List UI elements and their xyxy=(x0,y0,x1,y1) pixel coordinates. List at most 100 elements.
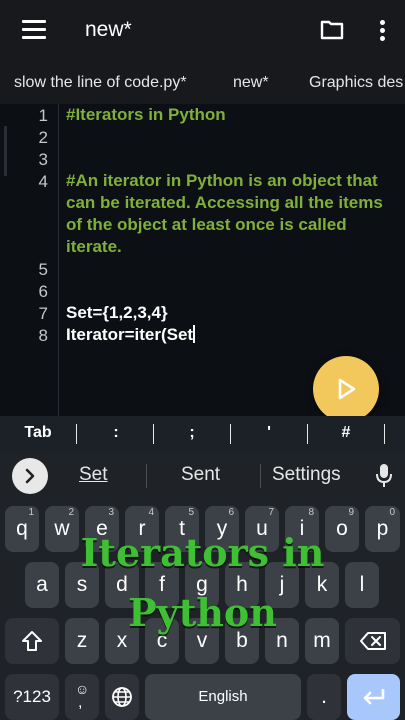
line-number: 5 xyxy=(38,260,48,279)
symbol-hash-key[interactable]: # xyxy=(326,424,366,442)
key-y-label: y xyxy=(216,517,228,540)
symbol-divider xyxy=(307,424,308,444)
key-hint: 5 xyxy=(188,507,194,518)
key-hint: 8 xyxy=(308,507,314,518)
symbol-bar: Tab : ; ' # xyxy=(0,416,405,452)
file-tabs: slow the line of code.py* new* Graphics … xyxy=(0,64,405,104)
more-vert-icon[interactable] xyxy=(378,20,386,42)
symbol-divider xyxy=(153,424,154,444)
key-o[interactable]: o9 xyxy=(325,506,359,552)
key-g[interactable]: g xyxy=(185,562,219,608)
tab-file-1[interactable]: slow the line of code.py* xyxy=(14,74,187,92)
key-p[interactable]: p0 xyxy=(365,506,400,552)
key-v[interactable]: v xyxy=(185,618,219,664)
emoji-key[interactable]: ☺ , xyxy=(65,674,99,720)
chevron-right-icon xyxy=(25,468,35,484)
scroll-handle[interactable] xyxy=(4,126,7,176)
line-number: 1 xyxy=(38,106,48,125)
key-x[interactable]: x xyxy=(105,618,139,664)
tab-file-3[interactable]: Graphics des xyxy=(309,74,403,92)
key-z[interactable]: z xyxy=(65,618,99,664)
shift-icon xyxy=(22,631,42,651)
key-n[interactable]: n xyxy=(265,618,299,664)
line-number: 2 xyxy=(38,128,48,147)
suggestion-divider xyxy=(260,464,261,488)
key-b[interactable]: b xyxy=(225,618,259,664)
text-cursor xyxy=(193,325,196,343)
key-c[interactable]: c xyxy=(145,618,179,664)
period-key[interactable]: . xyxy=(307,674,341,720)
symbol-colon-key[interactable]: : xyxy=(96,424,136,442)
key-u-label: u xyxy=(256,517,268,540)
language-key[interactable] xyxy=(105,674,139,720)
key-o-label: o xyxy=(336,517,348,540)
key-e-label: e xyxy=(96,517,108,540)
key-hint: 9 xyxy=(348,507,354,518)
backspace-key[interactable] xyxy=(345,618,400,664)
key-t[interactable]: t5 xyxy=(165,506,199,552)
code-line-1: #Iterators in Python xyxy=(66,105,226,124)
symbol-divider xyxy=(384,424,385,444)
key-l[interactable]: l xyxy=(345,562,379,608)
key-q[interactable]: q1 xyxy=(5,506,39,552)
suggestion-2[interactable]: Sent xyxy=(181,464,220,486)
key-e[interactable]: e3 xyxy=(85,506,119,552)
symbol-divider xyxy=(76,424,77,444)
gutter-divider xyxy=(58,104,59,416)
code-line-7: Set={1,2,3,4} xyxy=(66,303,168,322)
enter-icon xyxy=(363,689,384,705)
file-title: new* xyxy=(85,18,132,41)
symbol-semicolon-key[interactable]: ; xyxy=(172,424,212,442)
play-icon xyxy=(338,378,356,400)
code-line-8-text: Iterator=iter(Set xyxy=(66,325,194,344)
key-hint: 4 xyxy=(148,507,154,518)
key-u[interactable]: u7 xyxy=(245,506,279,552)
key-j[interactable]: j xyxy=(265,562,299,608)
key-r-label: r xyxy=(138,517,146,540)
symbol-tab-key[interactable]: Tab xyxy=(14,424,62,442)
suggestion-divider xyxy=(146,464,147,488)
key-w-label: w xyxy=(54,517,70,540)
line-number: 4 xyxy=(38,172,48,191)
key-f[interactable]: f xyxy=(145,562,179,608)
key-r[interactable]: r4 xyxy=(125,506,159,552)
key-h[interactable]: h xyxy=(225,562,259,608)
tab-file-2[interactable]: new* xyxy=(233,74,269,92)
suggestion-strip: Set Sent Settings xyxy=(0,452,405,498)
expand-toolbar-button[interactable] xyxy=(12,458,48,494)
line-number: 3 xyxy=(38,150,48,169)
symbol-divider xyxy=(230,424,231,444)
suggestion-1[interactable]: Set xyxy=(79,464,108,486)
key-i[interactable]: i8 xyxy=(285,506,319,552)
key-a[interactable]: a xyxy=(25,562,59,608)
key-y[interactable]: y6 xyxy=(205,506,239,552)
mic-icon[interactable] xyxy=(374,463,394,489)
line-number: 7 xyxy=(38,304,48,323)
key-q-label: q xyxy=(16,517,28,540)
code-line-8: Iterator=iter(Set xyxy=(66,324,401,346)
space-bar[interactable]: English xyxy=(145,674,301,720)
suggestion-3[interactable]: Settings xyxy=(272,464,341,486)
hamburger-icon[interactable] xyxy=(22,20,46,40)
backspace-icon xyxy=(359,632,386,650)
run-button[interactable] xyxy=(313,356,379,422)
enter-key[interactable] xyxy=(347,674,400,720)
folder-icon[interactable] xyxy=(320,20,344,40)
key-s[interactable]: s xyxy=(65,562,99,608)
key-hint: 6 xyxy=(228,507,234,518)
key-hint: 7 xyxy=(268,507,274,518)
symbols-key[interactable]: ?123 xyxy=(5,674,59,720)
shift-key[interactable] xyxy=(5,618,59,664)
key-hint: 1 xyxy=(28,507,34,518)
key-i-label: i xyxy=(299,517,305,540)
key-hint: 0 xyxy=(389,507,395,518)
key-w[interactable]: w2 xyxy=(45,506,79,552)
key-k[interactable]: k xyxy=(305,562,339,608)
key-d[interactable]: d xyxy=(105,562,139,608)
key-hint: 3 xyxy=(108,507,114,518)
soft-keyboard: Set Sent Settings q1 w2 e3 r4 t5 y6 u7 i… xyxy=(0,452,405,720)
key-t-label: t xyxy=(179,517,185,540)
key-m[interactable]: m xyxy=(305,618,339,664)
key-hint: 2 xyxy=(68,507,74,518)
symbol-quote-key[interactable]: ' xyxy=(249,424,289,442)
